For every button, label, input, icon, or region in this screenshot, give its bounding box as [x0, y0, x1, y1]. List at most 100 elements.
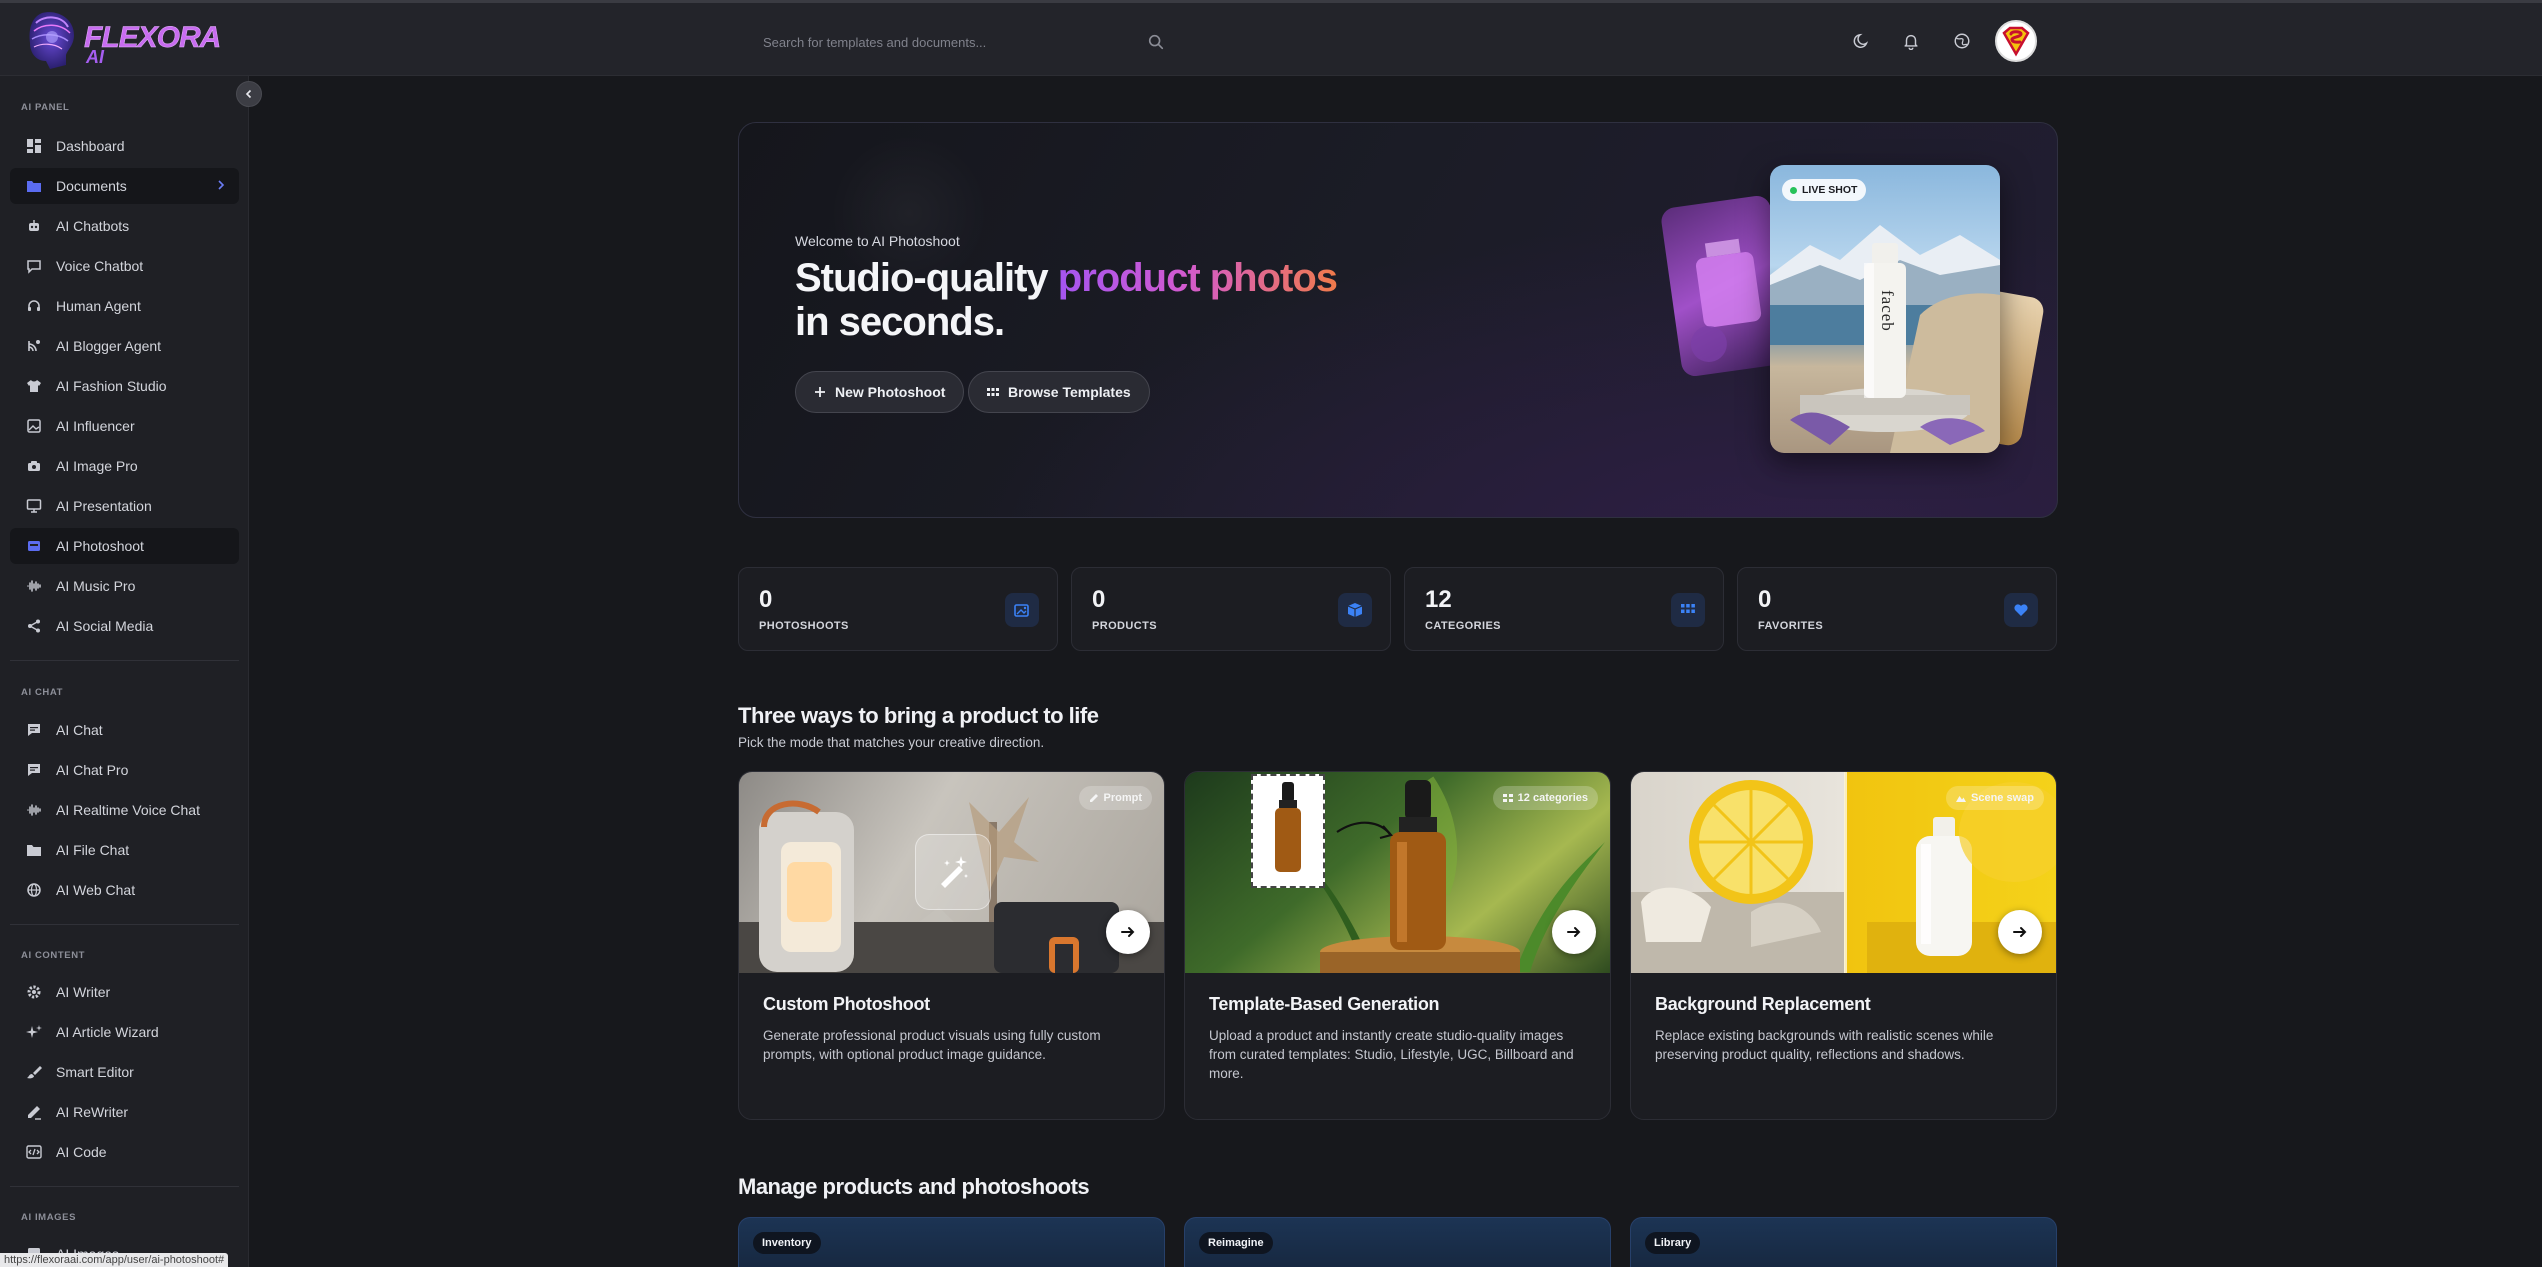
mode-card-background-replacement[interactable]: Scene swap Background Replacement Replac…: [1630, 771, 2057, 1120]
gear-icon: [25, 983, 43, 1001]
arrow-right-icon: [1121, 927, 1135, 937]
blog-icon: [25, 337, 43, 355]
mode-desc: Upload a product and instantly create st…: [1209, 1028, 1574, 1081]
sidebar-item-ai-music-pro[interactable]: AI Music Pro: [10, 568, 239, 604]
hero-welcome: Welcome to AI Photoshoot: [795, 233, 960, 249]
sidebar-item-ai-file-chat[interactable]: AI File Chat: [10, 832, 239, 868]
app-root: FLEXORA AI AI PANEL Dashboar: [0, 0, 2542, 1267]
sidebar-item-ai-photoshoot[interactable]: AI Photoshoot: [10, 528, 239, 564]
mode-image-background: Scene swap: [1631, 772, 2056, 973]
mode-arrow-button[interactable]: [1552, 910, 1596, 954]
modes-section-title: Three ways to bring a product to life: [738, 703, 1099, 728]
chevron-left-icon: [245, 89, 252, 99]
sidebar-item-ai-realtime-voice-chat[interactable]: AI Realtime Voice Chat: [10, 792, 239, 828]
sidebar-item-label: AI Code: [56, 1144, 107, 1160]
brand-logo[interactable]: FLEXORA AI: [22, 9, 222, 71]
sidebar-item-ai-web-chat[interactable]: AI Web Chat: [10, 872, 239, 908]
sidebar-item-ai-fashion-studio[interactable]: AI Fashion Studio: [10, 368, 239, 404]
sidebar-item-human-agent[interactable]: Human Agent: [10, 288, 239, 324]
sidebar-item-ai-blogger-agent[interactable]: AI Blogger Agent: [10, 328, 239, 364]
sidebar-item-label: AI File Chat: [56, 842, 130, 858]
sidebar-item-label: AI Fashion Studio: [56, 378, 167, 394]
bottle-label: faceb: [1878, 290, 1897, 332]
sidebar-item-ai-presentation[interactable]: AI Presentation: [10, 488, 239, 524]
user-avatar[interactable]: [1995, 20, 2037, 62]
mode-title: Template-Based Generation: [1209, 994, 1440, 1014]
sidebar-item-ai-social-media[interactable]: AI Social Media: [10, 608, 239, 644]
chevron-right-icon: [218, 180, 225, 190]
hero-title-part1: Studio-quality: [795, 256, 1058, 300]
sidebar-item-ai-influencer[interactable]: AI Influencer: [10, 408, 239, 444]
live-shot-label: LIVE SHOT: [1802, 184, 1858, 196]
sidebar-item-ai-article-wizard[interactable]: AI Article Wizard: [10, 1014, 239, 1050]
stat-value: 0: [1092, 586, 1106, 613]
sidebar-item-label: AI Chat: [56, 722, 103, 738]
stat-label: FAVORITES: [1758, 620, 1824, 632]
manage-card-reimagine[interactable]: Reimagine: [1184, 1217, 1611, 1267]
message-icon: [25, 761, 43, 779]
sidebar-item-label: AI Chat Pro: [56, 762, 129, 778]
sidebar-divider: [10, 924, 239, 925]
sidebar-item-label: Voice Chatbot: [56, 258, 144, 274]
mode-badge: Prompt: [1078, 786, 1152, 810]
section-title-ai-panel: AI PANEL: [21, 102, 70, 113]
modes-section-subtitle: Pick the mode that matches your creative…: [738, 735, 1045, 750]
mode-arrow-button[interactable]: [1998, 910, 2042, 954]
mode-image-template: 12 categories: [1185, 772, 1610, 973]
sidebar-item-ai-writer[interactable]: AI Writer: [10, 974, 239, 1010]
manage-tag: Inventory: [753, 1232, 821, 1254]
manage-card-inventory[interactable]: Inventory: [738, 1217, 1165, 1267]
top-bar: FLEXORA AI: [0, 0, 2542, 76]
stat-photoshoots: 0 PHOTOSHOOTS: [738, 567, 1058, 651]
brand-head-icon: [29, 12, 74, 69]
arrow-right-icon: [2013, 927, 2027, 937]
sidebar-collapse-button[interactable]: [236, 81, 262, 107]
search-input[interactable]: [745, 25, 1165, 59]
hero-title-highlight: product photos: [1057, 256, 1338, 300]
sidebar-item-label: AI Article Wizard: [56, 1024, 159, 1040]
mode-card-template-based[interactable]: 12 categories Template-Based Generation …: [1184, 771, 1611, 1120]
new-photoshoot-button[interactable]: New Photoshoot: [795, 371, 965, 413]
sidebar-item-voice-chatbot[interactable]: Voice Chatbot: [10, 248, 239, 284]
sidebar-item-ai-code[interactable]: AI Code: [10, 1134, 239, 1170]
dark-mode-toggle[interactable]: [1850, 29, 1874, 53]
bell-icon: [1904, 34, 1918, 50]
language-button[interactable]: [1950, 29, 1974, 53]
browser-status-url: https://flexoraai.com/app/user/ai-photos…: [0, 1253, 229, 1267]
sidebar-item-label: AI ReWriter: [56, 1104, 129, 1120]
sidebar-item-dashboard[interactable]: Dashboard: [10, 128, 239, 164]
notifications-button[interactable]: [1899, 29, 1923, 53]
brand-wordmark: FLEXORA AI: [84, 15, 222, 67]
hero-title: Studio-quality product photos in seconds…: [795, 256, 1338, 344]
stat-label: PRODUCTS: [1092, 620, 1157, 632]
stat-value: 0: [1758, 586, 1772, 613]
sidebar-item-ai-chatbots[interactable]: AI Chatbots: [10, 208, 239, 244]
mode-arrow-button[interactable]: [1106, 910, 1150, 954]
section-title-ai-chat: AI CHAT: [21, 687, 64, 698]
waveform-icon: [25, 801, 43, 819]
stat-value: 12: [1425, 586, 1452, 613]
search-bar: [745, 25, 1165, 59]
arrow-right-icon: [1567, 927, 1581, 937]
sidebar-item-ai-chat-pro[interactable]: AI Chat Pro: [10, 752, 239, 788]
browse-templates-button[interactable]: Browse Templates: [968, 371, 1150, 413]
manage-card-library[interactable]: Library: [1630, 1217, 2057, 1267]
sidebar-divider: [10, 660, 239, 661]
search-icon[interactable]: [1147, 33, 1165, 51]
sidebar-item-ai-rewriter[interactable]: AI ReWriter: [10, 1094, 239, 1130]
sidebar-item-ai-image-pro[interactable]: AI Image Pro: [10, 448, 239, 484]
dashboard-icon: [25, 137, 43, 155]
dropper-bottle-icon: [1275, 782, 1301, 872]
photos-icon: [1005, 593, 1039, 627]
mode-badge-label: Prompt: [1103, 792, 1143, 804]
sidebar-item-label: Smart Editor: [56, 1064, 134, 1080]
stat-label: PHOTOSHOOTS: [759, 620, 849, 632]
shirt-icon: [25, 377, 43, 395]
sidebar-item-ai-chat[interactable]: AI Chat: [10, 712, 239, 748]
manage-tag: Reimagine: [1199, 1232, 1273, 1254]
sidebar-item-documents[interactable]: Documents: [10, 168, 239, 204]
mode-card-custom-photoshoot[interactable]: Prompt Custom Photoshoot Generate profes…: [738, 771, 1165, 1120]
hero-banner: Welcome to AI Photoshoot Studio-quality …: [738, 122, 2058, 518]
sparkles-icon: [25, 1023, 43, 1041]
sidebar-item-smart-editor[interactable]: Smart Editor: [10, 1054, 239, 1090]
